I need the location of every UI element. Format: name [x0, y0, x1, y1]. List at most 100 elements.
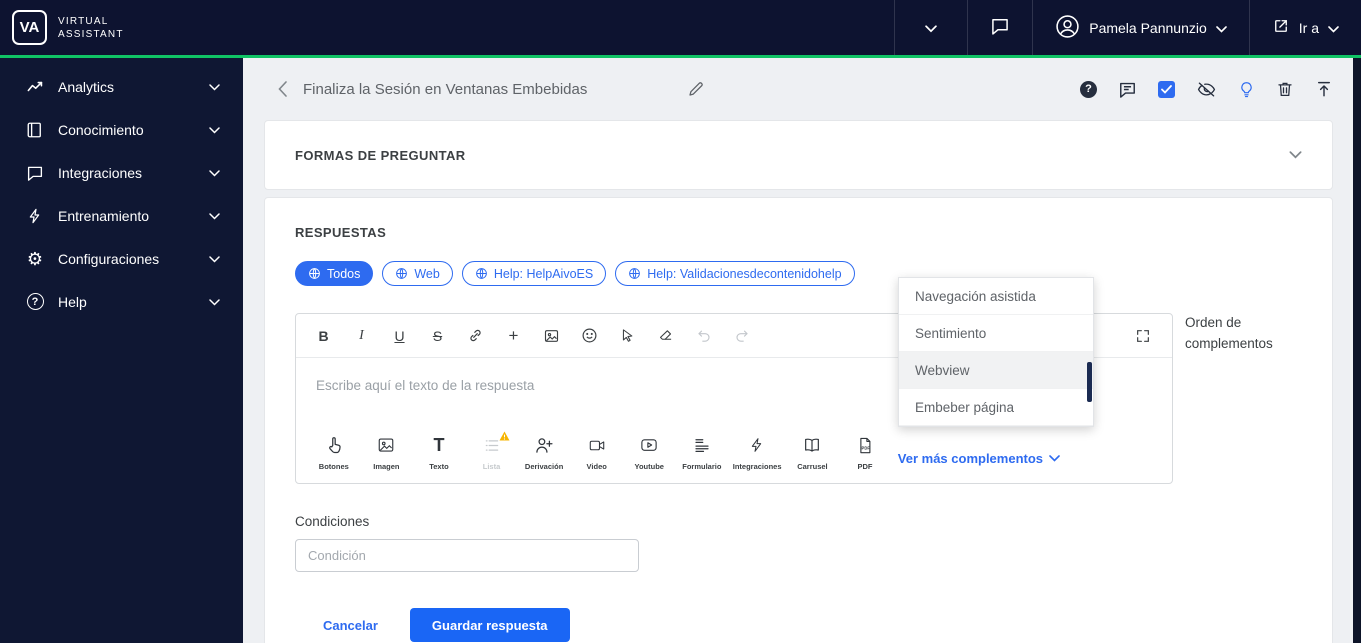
sidebar-item-entrenamiento[interactable]: Entrenamiento	[0, 194, 243, 237]
dropdown-scrollbar[interactable]	[1087, 362, 1092, 402]
chevron-down-icon	[1289, 151, 1302, 159]
complement-texto[interactable]: T Texto	[419, 433, 459, 471]
sidebar-item-label: Analytics	[58, 78, 115, 95]
emoji-button[interactable]	[581, 327, 598, 344]
help-button[interactable]: ?	[1080, 80, 1097, 98]
save-response-button[interactable]: Guardar respuesta	[409, 608, 570, 642]
complement-integraciones[interactable]: Integraciones	[733, 433, 782, 471]
sidebar: Analytics Conocimiento Integraciones Ent…	[0, 58, 243, 643]
back-button[interactable]	[278, 81, 287, 97]
page-scrollbar[interactable]	[1353, 58, 1361, 643]
condition-input[interactable]	[295, 539, 639, 572]
chevron-down-icon	[209, 164, 220, 182]
delete-button[interactable]	[1276, 79, 1294, 99]
sidebar-item-label: Entrenamiento	[58, 207, 150, 224]
page-title: Finaliza la Sesión en Ventanas Embebidas	[303, 80, 588, 98]
edit-title-button[interactable]	[687, 80, 705, 98]
publish-button[interactable]	[1315, 79, 1333, 99]
trash-icon	[1278, 82, 1292, 97]
sidebar-item-conocimiento[interactable]: Conocimiento	[0, 108, 243, 151]
hide-button[interactable]	[1196, 80, 1217, 99]
brand-line1: VIRTUAL	[58, 15, 109, 27]
more-complements-label: Ver más complementos	[897, 450, 1044, 466]
brand: VA VIRTUAL ASSISTANT	[0, 0, 124, 55]
upload-top-icon	[1318, 81, 1330, 97]
complement-formulario[interactable]: Formulario	[682, 433, 722, 471]
brand-name: VIRTUAL ASSISTANT	[58, 15, 124, 41]
dropdown-item-navegacion-asistida[interactable]: Navegación asistida	[899, 278, 1093, 315]
dropdown-item-sentimiento[interactable]: Sentimiento	[899, 315, 1093, 352]
goto-label: Ir a	[1298, 19, 1319, 36]
chevron-down-icon	[925, 20, 938, 36]
sidebar-item-configuraciones[interactable]: ⚙ Configuraciones	[0, 237, 243, 280]
select-button[interactable]	[619, 327, 636, 344]
active-checkbox[interactable]	[1158, 80, 1175, 98]
brand-line2: ASSISTANT	[58, 28, 124, 40]
pdf-icon: PDF	[856, 433, 874, 457]
question-icon: ?	[1080, 80, 1097, 98]
goto-menu[interactable]: Ir a	[1248, 0, 1361, 55]
topbar-dropdown-toggle[interactable]	[894, 0, 967, 55]
suggestion-button[interactable]	[1238, 79, 1255, 100]
image-button[interactable]	[543, 328, 560, 344]
italic-button[interactable]: I	[353, 328, 370, 344]
user-menu[interactable]: Pamela Pannunzio	[1032, 0, 1249, 55]
fullscreen-button[interactable]	[1134, 328, 1151, 344]
emoji-icon	[582, 328, 597, 343]
link-button[interactable]	[467, 327, 484, 344]
chip-web[interactable]: Web	[382, 261, 453, 286]
complement-imagen[interactable]: Imagen	[367, 433, 407, 471]
main-content: Finaliza la Sesión en Ventanas Embebidas…	[243, 58, 1361, 643]
actions-row: Cancelar Guardar respuesta	[295, 608, 1302, 642]
undo-icon	[697, 330, 710, 342]
complement-video[interactable]: Video	[577, 433, 617, 471]
undo-button[interactable]	[695, 328, 712, 343]
sidebar-item-help[interactable]: ? Help	[0, 280, 243, 323]
chevron-down-icon	[209, 207, 220, 225]
hand-pointer-icon	[324, 433, 344, 457]
more-complements-link[interactable]: Ver más complementos	[898, 439, 1060, 466]
chip-todos[interactable]: Todos	[295, 261, 374, 286]
carousel-icon	[801, 433, 823, 457]
insert-button[interactable]: +	[505, 326, 522, 346]
chip-label: Help: Validacionesdecontenidohelp	[647, 266, 842, 281]
complement-pdf[interactable]: PDF PDF	[845, 433, 885, 471]
chevron-down-icon	[209, 250, 220, 268]
complement-carrusel[interactable]: Carrusel	[793, 433, 833, 471]
respuestas-card: RESPUESTAS Todos Web Help: HelpAivoES He…	[264, 197, 1333, 643]
sidebar-item-label: Integraciones	[58, 164, 143, 181]
redo-icon	[735, 330, 748, 342]
image-icon	[544, 329, 559, 342]
link-icon	[470, 329, 481, 342]
chevron-down-icon	[1328, 20, 1339, 36]
video-camera-icon	[586, 433, 608, 457]
page-header: Finaliza la Sesión en Ventanas Embebidas…	[264, 58, 1333, 120]
formas-expand-button[interactable]	[1289, 146, 1302, 164]
header-actions: ?	[1080, 79, 1333, 100]
chip-help-helpaivoes[interactable]: Help: HelpAivoES	[461, 261, 607, 286]
dropdown-item-webview[interactable]: Webview	[899, 352, 1093, 389]
complement-youtube[interactable]: Youtube	[629, 433, 669, 471]
complement-lista[interactable]: Lista	[472, 431, 512, 471]
topbar-chat-button[interactable]	[967, 0, 1032, 55]
chip-label: Help: HelpAivoES	[493, 266, 594, 281]
sidebar-item-analytics[interactable]: Analytics	[0, 65, 243, 108]
clear-format-button[interactable]	[657, 328, 674, 343]
list-icon	[482, 431, 510, 457]
bold-button[interactable]: B	[315, 328, 332, 344]
logo-text: VA	[19, 19, 40, 36]
chevron-down-icon	[209, 78, 220, 96]
chip-help-validaciones[interactable]: Help: Validacionesdecontenidohelp	[615, 261, 855, 286]
strikethrough-button[interactable]: S	[429, 328, 446, 344]
formas-card: FORMAS DE PREGUNTAR	[264, 120, 1333, 190]
underline-button[interactable]: U	[391, 328, 408, 344]
feedback-button[interactable]	[1118, 80, 1137, 99]
chevron-down-icon	[1215, 20, 1227, 36]
dropdown-item-embeber-pagina[interactable]: Embeber página	[899, 389, 1093, 426]
avatar-icon	[1055, 14, 1080, 42]
complement-botones[interactable]: Botones	[314, 433, 354, 471]
redo-button[interactable]	[733, 328, 750, 343]
sidebar-item-integraciones[interactable]: Integraciones	[0, 151, 243, 194]
complement-derivacion[interactable]: Derivación	[524, 433, 564, 471]
cancel-button[interactable]: Cancelar	[317, 617, 384, 634]
